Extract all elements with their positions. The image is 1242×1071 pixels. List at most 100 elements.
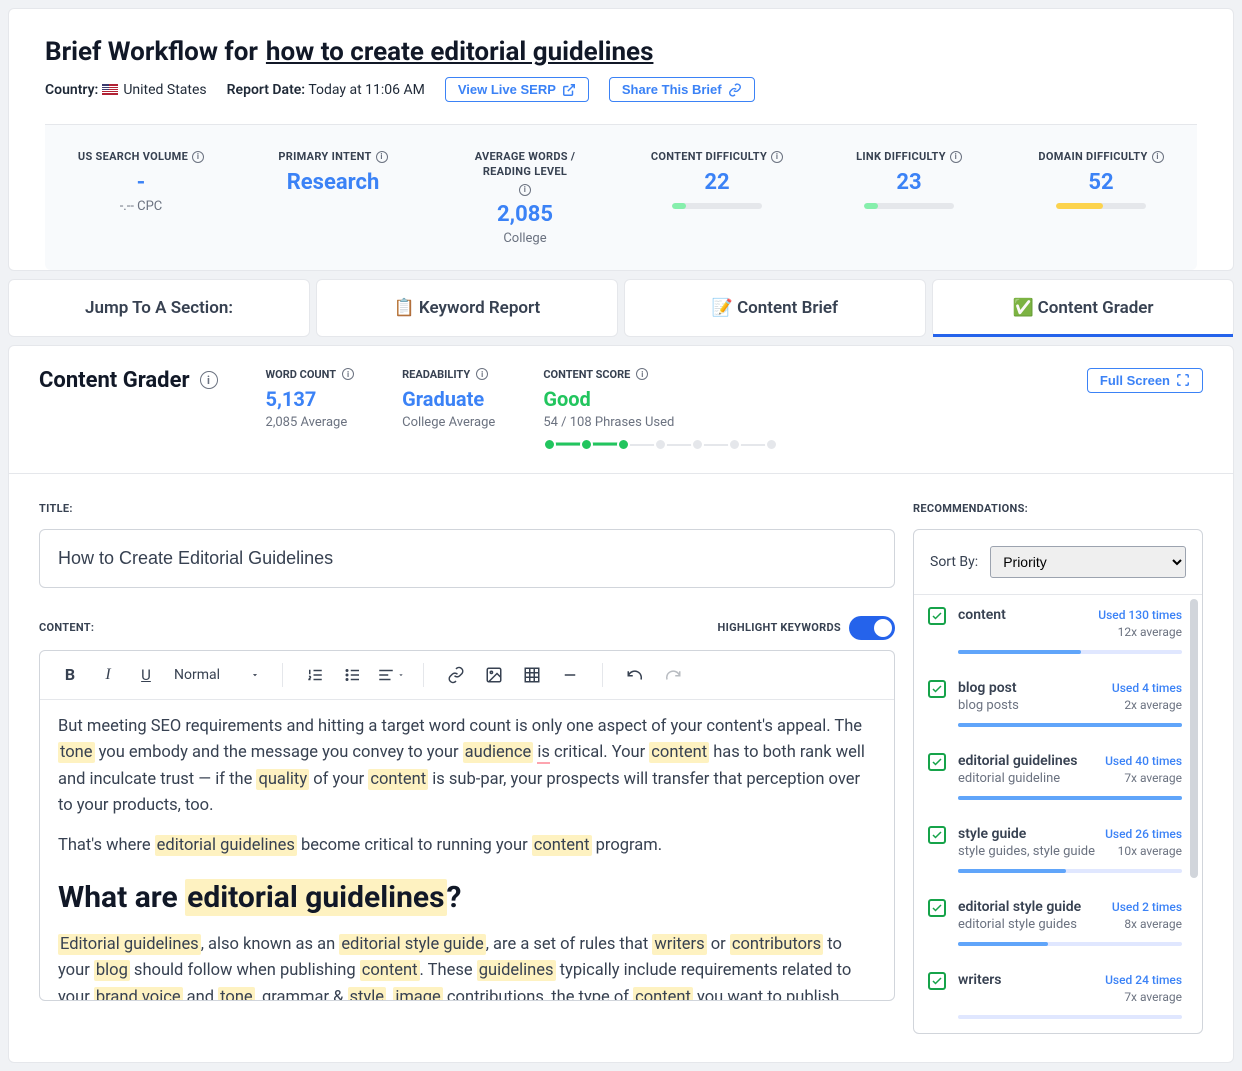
recommendation-item[interactable]: style guideUsed 26 times style guides, s… <box>914 814 1202 887</box>
recommendation-item[interactable]: editorial guidelinesUsed 40 times editor… <box>914 741 1202 814</box>
sort-by-label: Sort By: <box>930 554 978 570</box>
highlight-keywords-label: HIGHLIGHT KEYWORDS <box>718 621 841 634</box>
content-field-label: CONTENT: <box>39 621 94 634</box>
info-icon[interactable]: i <box>1152 151 1164 163</box>
info-icon[interactable]: i <box>950 151 962 163</box>
recommendation-item[interactable]: editorial style guideUsed 2 times editor… <box>914 887 1202 960</box>
recommendations-box: Sort By: Priority contentUsed 130 times … <box>913 529 1203 1034</box>
difficulty-bar <box>864 203 954 209</box>
recommendations-label: RECOMMENDATIONS: <box>913 502 1203 515</box>
content-editor: B I U Normal <box>39 650 895 1001</box>
tab-content-brief[interactable]: 📝Content Brief <box>624 279 926 337</box>
share-brief-button[interactable]: Share This Brief <box>609 77 755 102</box>
sort-by-select[interactable]: Priority <box>990 546 1186 578</box>
score-dot <box>617 438 630 451</box>
content-grader-card: Content Grader i WORD COUNTi 5,137 2,085… <box>8 345 1234 1063</box>
score-progress-dots <box>543 438 778 451</box>
info-icon[interactable]: i <box>771 151 783 163</box>
external-link-icon <box>562 83 576 97</box>
score-dot <box>543 438 556 451</box>
checkbox-checked-icon <box>928 680 946 698</box>
score-dot <box>728 438 741 451</box>
word-count-metric: WORD COUNTi 5,137 2,085 Average <box>266 368 355 430</box>
info-icon[interactable]: i <box>342 368 354 380</box>
metric-item: PRIMARY INTENT i Research <box>237 143 429 252</box>
usage-bar <box>958 650 1182 654</box>
checkbox-checked-icon <box>928 607 946 625</box>
metrics-row: US SEARCH VOLUME i - -.-- CPC PRIMARY IN… <box>45 124 1197 270</box>
metric-item: DOMAIN DIFFICULTY i 52 <box>1005 143 1197 252</box>
usage-bar <box>958 869 1182 873</box>
usage-bar <box>958 942 1182 946</box>
report-date: Report Date: Today at 11:06 AM <box>227 82 425 98</box>
editor-column: TITLE: CONTENT: HIGHLIGHT KEYWORDS B I U… <box>39 502 895 1001</box>
us-flag-icon <box>102 84 118 95</box>
score-dot <box>654 438 667 451</box>
recommendation-item[interactable]: blog postUsed 4 times blog posts2x avera… <box>914 668 1202 741</box>
tabs-label: Jump To A Section: <box>8 279 310 337</box>
redo-button[interactable] <box>657 661 689 689</box>
view-serp-button[interactable]: View Live SERP <box>445 77 589 102</box>
recommendation-item[interactable]: writersUsed 24 times 7x average <box>914 960 1202 1033</box>
tab-emoji-icon: ✅ <box>1012 298 1033 318</box>
title-keyword[interactable]: how to create editorial guidelines <box>266 37 654 67</box>
highlight-keywords-toggle[interactable] <box>849 616 895 640</box>
editor-toolbar: B I U Normal <box>40 651 894 700</box>
title-input[interactable] <box>39 529 895 588</box>
format-select[interactable]: Normal <box>168 667 266 683</box>
hr-button[interactable] <box>554 661 586 689</box>
info-icon[interactable]: i <box>519 184 531 196</box>
grader-header: Content Grader i WORD COUNTi 5,137 2,085… <box>9 346 1233 474</box>
ordered-list-button[interactable] <box>299 661 331 689</box>
title-prefix: Brief Workflow for <box>45 37 258 67</box>
header-meta: Country: United States Report Date: Toda… <box>45 77 1197 102</box>
checkbox-checked-icon <box>928 899 946 917</box>
usage-bar <box>958 796 1182 800</box>
checkbox-checked-icon <box>928 972 946 990</box>
italic-button[interactable]: I <box>92 661 124 689</box>
metric-item: AVERAGE WORDS / READING LEVEL i 2,085 Co… <box>429 143 621 252</box>
editor-content-area[interactable]: But meeting SEO requirements and hitting… <box>40 700 894 1000</box>
recommendations-list: contentUsed 130 times 12x average blog p… <box>914 595 1202 1033</box>
link-icon <box>728 83 742 97</box>
metric-item: US SEARCH VOLUME i - -.-- CPC <box>45 143 237 252</box>
readability-metric: READABILITYi Graduate College Average <box>402 368 495 430</box>
usage-bar <box>958 723 1182 727</box>
image-button[interactable] <box>478 661 510 689</box>
recommendations-sort: Sort By: Priority <box>914 530 1202 595</box>
fullscreen-button[interactable]: Full Screen <box>1087 368 1203 393</box>
table-button[interactable] <box>516 661 548 689</box>
section-tabs: Jump To A Section: 📋Keyword Report📝Conte… <box>8 279 1234 337</box>
bold-button[interactable]: B <box>54 661 86 689</box>
difficulty-bar <box>1056 203 1146 209</box>
align-button[interactable] <box>375 661 407 689</box>
info-icon[interactable]: i <box>376 151 388 163</box>
unordered-list-button[interactable] <box>337 661 369 689</box>
underline-button[interactable]: U <box>130 661 162 689</box>
country: Country: United States <box>45 82 207 98</box>
tab-emoji-icon: 📝 <box>712 298 733 318</box>
info-icon[interactable]: i <box>476 368 488 380</box>
info-icon[interactable]: i <box>636 368 648 380</box>
content-score-metric: CONTENT SCOREi Good 54 / 108 Phrases Use… <box>543 368 778 451</box>
metric-item: LINK DIFFICULTY i 23 <box>813 143 1005 252</box>
tab-keyword-report[interactable]: 📋Keyword Report <box>316 279 618 337</box>
usage-bar <box>958 1015 1182 1019</box>
score-dot <box>580 438 593 451</box>
metric-item: CONTENT DIFFICULTY i 22 <box>621 143 813 252</box>
recommendation-item[interactable]: contentUsed 130 times 12x average <box>914 595 1202 668</box>
link-button[interactable] <box>440 661 472 689</box>
grader-body: TITLE: CONTENT: HIGHLIGHT KEYWORDS B I U… <box>9 474 1233 1062</box>
undo-button[interactable] <box>619 661 651 689</box>
info-icon[interactable]: i <box>200 371 218 389</box>
difficulty-bar <box>672 203 762 209</box>
score-dot <box>765 438 778 451</box>
page-title: Brief Workflow for how to create editori… <box>45 37 1197 67</box>
info-icon[interactable]: i <box>192 151 204 163</box>
tab-content-grader[interactable]: ✅Content Grader <box>932 279 1234 337</box>
checkbox-checked-icon <box>928 753 946 771</box>
expand-icon <box>1176 373 1190 387</box>
score-dot <box>691 438 704 451</box>
checkbox-checked-icon <box>928 826 946 844</box>
title-field-label: TITLE: <box>39 502 895 515</box>
